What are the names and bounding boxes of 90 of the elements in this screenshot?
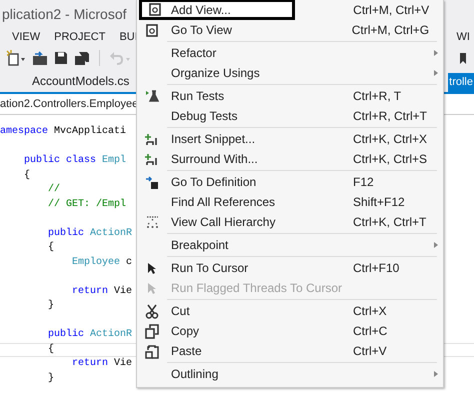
menu-item-label: Surround With... [170, 152, 258, 166]
document-tab[interactable]: trolle [448, 73, 474, 92]
menu-item[interactable]: Cut Ctrl+X [137, 301, 443, 321]
menu-item-label: Refactor [170, 46, 216, 60]
menu-item-label: View Call Hierarchy [170, 215, 276, 229]
menu-item[interactable]: Paste Ctrl+V [137, 341, 443, 361]
snippet-icon [145, 132, 159, 146]
code-line: // GET: /Empl [47, 198, 126, 210]
menu-item[interactable]: Find All References Shift+F12 [137, 192, 443, 212]
document-tab[interactable]: AccountModels.cs [0, 71, 130, 92]
code-line: public class Empl [23, 155, 126, 166]
shortcut-label: Ctrl+C [353, 324, 388, 338]
menu-item-label: Breakpoint [170, 238, 228, 252]
menu-item[interactable]: Copy Ctrl+C [137, 321, 443, 341]
shortcut-label: Shift+F12 [353, 195, 405, 209]
menu-bar-item[interactable]: VIEW [12, 31, 40, 43]
menu-item[interactable]: Insert Snippet... Ctrl+K, Ctrl+X [137, 129, 443, 149]
submenu-arrow-icon [434, 50, 438, 56]
menu-item[interactable]: Go To View Ctrl+M, Ctrl+G [137, 20, 443, 40]
shortcut-label: F12 [353, 175, 374, 189]
hierarchy-icon [146, 216, 158, 228]
submenu-arrow-icon [434, 371, 438, 377]
snippet-icon [145, 152, 159, 166]
bookmark-icon[interactable] [460, 52, 466, 64]
copy-icon [145, 324, 159, 338]
menu-item[interactable]: Refactor [137, 43, 443, 63]
code-line: { [47, 242, 54, 253]
menu-item[interactable]: Breakpoint [137, 235, 443, 255]
new-item-icon[interactable] [6, 50, 26, 66]
submenu-arrow-icon [434, 242, 438, 248]
menu-item-label: Run To Cursor [170, 261, 248, 275]
cursor-icon [147, 282, 157, 294]
paste-icon [145, 344, 159, 358]
save-all-icon[interactable] [74, 50, 90, 66]
menu-bar-item[interactable]: PROJECT [54, 31, 106, 43]
menu-item-label: Find All References [170, 195, 276, 209]
shortcut-label: Ctrl+V [353, 344, 387, 358]
document-icon [148, 3, 160, 16]
definition-icon [146, 176, 158, 188]
code-line: Employee c [71, 256, 132, 268]
menu-item[interactable]: View Call Hierarchy Ctrl+K, Ctrl+T [137, 212, 443, 232]
menu-item-label: Copy [170, 324, 200, 338]
submenu-arrow-icon [434, 70, 438, 76]
menu-item[interactable]: Run Tests Ctrl+R, T [137, 86, 443, 106]
code-line: } [47, 300, 54, 311]
flask-icon [145, 90, 159, 102]
cursor-icon [147, 262, 157, 274]
shortcut-label: Ctrl+K, Ctrl+S [353, 152, 428, 166]
menu-item-label: Run Tests [170, 89, 224, 103]
menu-item-label: Go To View [170, 23, 232, 37]
scissors-icon [145, 304, 159, 318]
menu-item-label: Organize Usings [170, 66, 260, 80]
shortcut-label: Ctrl+M, Ctrl+V [353, 3, 430, 17]
shortcut-label: Ctrl+K, Ctrl+T [353, 215, 426, 229]
menu-item[interactable]: Surround With... Ctrl+K, Ctrl+S [137, 149, 443, 169]
save-icon[interactable] [54, 51, 68, 65]
code-line: return Vie [71, 358, 132, 369]
code-line: { [23, 170, 30, 180]
menu-item[interactable]: Outlining [137, 364, 443, 384]
code-line: { [47, 344, 54, 354]
code-line: amespace MvcApplicati [0, 126, 126, 137]
shortcut-label: Ctrl+K, Ctrl+X [353, 132, 428, 146]
menu-item[interactable]: Run To Cursor Ctrl+F10 [137, 258, 443, 278]
menu-item-label: Debug Tests [170, 109, 238, 123]
open-icon[interactable] [32, 50, 48, 66]
code-line: } [47, 372, 54, 384]
code-line: return Vie [71, 286, 132, 296]
shortcut-label: Ctrl+M, Ctrl+G [352, 23, 430, 37]
menu-item-label: Go To Definition [170, 175, 256, 189]
menu-item[interactable]: Go To Definition F12 [137, 172, 443, 192]
menu-item-label: Cut [170, 304, 190, 318]
menu-item-label: Outlining [170, 367, 218, 381]
shortcut-label: Ctrl+X [353, 304, 387, 318]
menu-bar-item[interactable]: WI [456, 31, 470, 43]
window-title: plication2 - Microsof [2, 6, 126, 22]
menu-item-label: Paste [170, 344, 202, 358]
shortcut-label: Ctrl+F10 [353, 261, 400, 275]
code-line: public ActionR [47, 329, 132, 340]
shortcut-label: Ctrl+R, Ctrl+T [353, 109, 428, 123]
breadcrumb-path: ation2.Controllers.Employee [0, 98, 138, 110]
menu-item-label: Add View... [170, 2, 231, 16]
menu-item-label: Insert Snippet... [170, 132, 256, 146]
document-icon [146, 24, 158, 36]
menu-item[interactable]: Debug Tests Ctrl+R, Ctrl+T [137, 106, 443, 126]
menu-item[interactable]: Add View... Ctrl+M, Ctrl+V [137, 0, 443, 20]
code-line: public ActionR [47, 228, 132, 238]
code-line: // [47, 184, 60, 195]
menu-item[interactable]: Organize Usings [137, 63, 443, 83]
shortcut-label: Ctrl+R, T [353, 89, 402, 103]
menu-item-label: Run Flagged Threads To Cursor [170, 281, 342, 295]
